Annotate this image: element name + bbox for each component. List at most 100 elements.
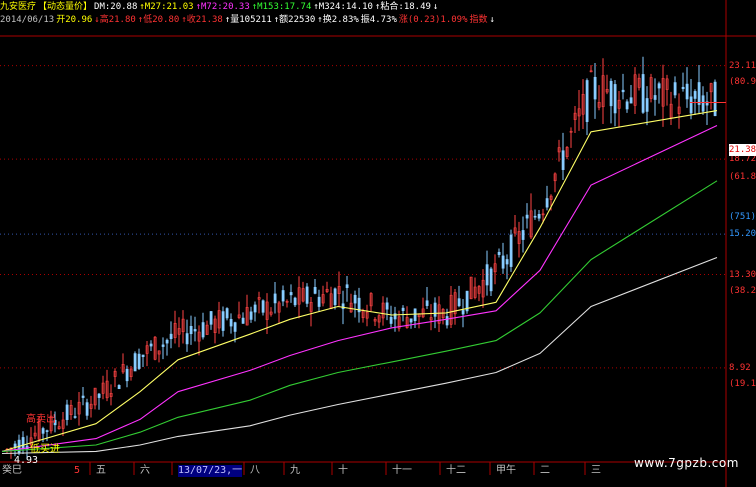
candle-body-77: [313, 287, 317, 294]
y-axis-label-4: (751): [729, 212, 756, 223]
candle-body-123: [497, 251, 501, 255]
candle-body-69: [281, 290, 285, 302]
candle-body-51: [209, 311, 213, 325]
candle-body-62: [253, 304, 257, 313]
candle-body-40: [165, 339, 169, 344]
y-axis-label-9: (19.1%): [729, 379, 756, 390]
x-axis-label-8: 十一: [392, 465, 412, 476]
candle-body-41: [169, 333, 173, 340]
candle-body-9: [41, 428, 45, 434]
ohlc-value-2: ↓高21.80: [94, 15, 136, 25]
indicator-value-2: DM:20.88: [94, 2, 138, 12]
candle-body-78: [317, 296, 321, 307]
candle-body-114: [461, 310, 465, 315]
candle-body-132: [533, 215, 537, 218]
candle-body-126: [509, 234, 513, 267]
candle-body-64: [261, 300, 265, 313]
ma-line-m324: [1, 256, 718, 455]
x-axis-label-10: 甲午: [496, 465, 516, 476]
candle-body-47: [193, 329, 197, 332]
candle-body-34: [141, 354, 145, 357]
candle-body-67: [273, 293, 277, 304]
candle-body-56: [229, 318, 233, 327]
candle-body-87: [353, 294, 357, 304]
candle-body-102: [413, 308, 417, 322]
buy-signal-label: 低买进: [30, 444, 60, 455]
ohlc-value-3: ↑低20.80: [137, 15, 180, 25]
candle-body-169: [681, 86, 685, 90]
candle-body-10: [45, 430, 49, 432]
low-price-label: 4.93: [14, 455, 39, 466]
candle-body-133: [537, 214, 541, 219]
candle-body-75: [305, 286, 309, 304]
candle-body-110: [445, 316, 449, 326]
candle-body-23: [97, 393, 101, 398]
candle-body-61: [249, 311, 253, 320]
x-axis-label-9: 十二: [446, 465, 466, 476]
candle-body-139: [561, 150, 565, 170]
ohlc-value-8: 振4.73%: [360, 15, 397, 25]
indicator-value-3: ↑M27:21.03: [139, 2, 194, 12]
candle-body-71: [289, 292, 293, 296]
candle-body-151: [609, 80, 613, 107]
candle-body-72: [293, 297, 297, 306]
y-axis-label-5: 15.20: [729, 229, 756, 240]
indicator-value-0: 九安医疗: [0, 2, 37, 12]
candle-body-82: [333, 288, 337, 306]
candle-body-36: [149, 343, 153, 347]
ohlc-value-0: 2014/06/13: [0, 15, 55, 25]
candle-body-19: [81, 395, 85, 398]
candle-body-46: [189, 326, 193, 335]
ohlc-value-11: ↓: [489, 15, 495, 25]
indicator-header: 九安医疗 【动态量价】 DM:20.88 ↑M27:21.03 ↑M72:20.33 ↑M…: [0, 2, 440, 13]
candle-body-121: [489, 268, 493, 292]
candle-body-160: [645, 98, 649, 112]
x-axis-label-5: 八: [250, 465, 260, 476]
candle-body-155: [625, 101, 629, 110]
candle-body-163: [657, 83, 661, 89]
candle-body-57: [233, 322, 237, 332]
indicator-value-5: ↑M153:17.74: [251, 2, 312, 12]
ohlc-value-1: 开20.96: [56, 15, 93, 25]
candle-body-49: [201, 322, 205, 338]
candle-body-135: [545, 198, 549, 208]
candle-body-101: [409, 318, 413, 323]
x-axis-label-6: 九: [290, 465, 300, 476]
candle-body-173: [697, 82, 701, 105]
candle-body-96: [389, 316, 393, 324]
sell-signal-label: 高卖出: [26, 414, 56, 425]
candle-body-39: [161, 344, 165, 347]
indicator-value-1: 【动态量价】: [38, 2, 93, 12]
candle-body-170: [685, 83, 689, 100]
candle-body-156: [629, 97, 633, 104]
y-axis-label-1: (80.9%): [729, 76, 756, 87]
y-axis-label-3: (61.8%): [729, 171, 756, 182]
ohlc-value-5: ↑量105211: [224, 15, 272, 25]
candle-body-171: [689, 96, 693, 114]
ohlc-value-6: ↑额22530: [273, 15, 316, 25]
y-axis-label-7: (38.2%): [729, 285, 756, 296]
x-axis-label-11: 二: [540, 465, 550, 476]
kline-chart[interactable]: [0, 0, 756, 487]
candle-body-4: [21, 437, 25, 449]
ohlc-value-9: 涨(0.23)1.09%: [398, 15, 468, 25]
candle-body-99: [401, 307, 405, 311]
kline-chart-area[interactable]: [0, 0, 756, 487]
candle-body-120: [485, 264, 489, 286]
x-axis-label-12: 三: [591, 465, 601, 476]
y-axis-label-6: 13.30: [729, 269, 756, 280]
candle-body-159: [641, 74, 645, 113]
candle-body-125: [505, 259, 509, 265]
candle-body-172: [693, 91, 697, 99]
ohlc-header: 2014/06/13 开20.96 ↓高21.80 ↑低20.80 ↑收21.38 ↑量1…: [0, 15, 497, 26]
candle-body-167: [673, 82, 677, 96]
ohlc-value-7: ↑换2.83%: [317, 15, 359, 25]
candle-body-95: [385, 302, 389, 310]
candle-body-130: [525, 214, 529, 219]
candle-body-84: [341, 303, 345, 310]
x-axis-label-1: 5: [74, 465, 81, 476]
current-price-tag: 21.38: [729, 144, 756, 156]
x-axis-label-0: 癸巳: [2, 465, 22, 476]
candle-body-33: [137, 353, 141, 369]
watermark: www.7gpzb.com: [634, 456, 739, 470]
